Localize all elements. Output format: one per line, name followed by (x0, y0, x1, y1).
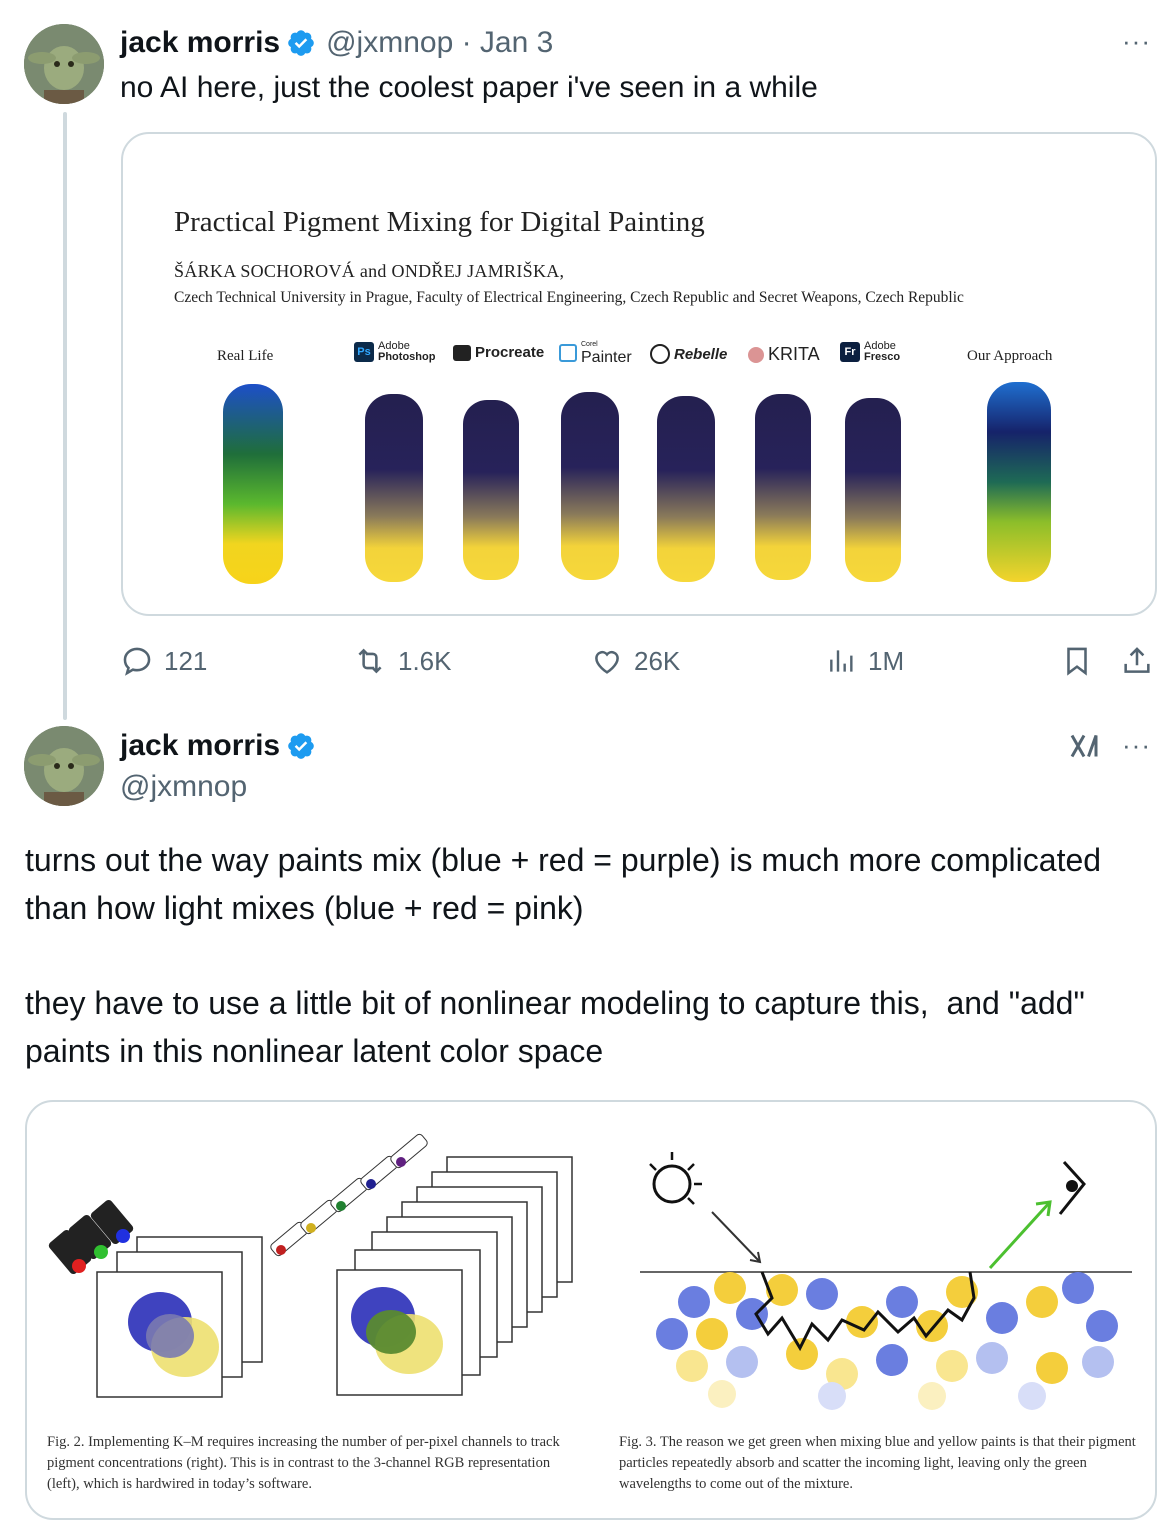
label-our-approach: Our Approach (967, 348, 1053, 364)
label-procreate: Procreate (453, 344, 544, 361)
bookmark-button[interactable] (1060, 644, 1094, 683)
tweet-text: no AI here, just the coolest paper i've … (120, 71, 818, 104)
stroke-krita (755, 394, 811, 580)
like-count: 26K (634, 645, 681, 676)
label-real-life: Real Life (217, 348, 274, 364)
label-krita: KRITA (748, 344, 820, 365)
photoshop-logo-icon: Ps (354, 342, 374, 362)
paint-strokes (223, 382, 1051, 584)
rebelle-logo-icon (650, 344, 670, 364)
avatar[interactable] (24, 24, 104, 104)
fresco-logo-icon: Fr (840, 342, 860, 362)
bookmark-icon (1067, 647, 1087, 676)
stroke-procreate (463, 400, 519, 580)
grok-icon[interactable] (1066, 728, 1102, 769)
stroke-painter (561, 392, 619, 580)
painter-logo-icon (559, 344, 577, 362)
repost-count: 1.6K (398, 645, 452, 676)
verified-badge-icon (286, 731, 316, 761)
fig3-caption: Fig. 3. The reason we get green when mix… (619, 1434, 1136, 1492)
figure-image-card[interactable]: Fig. 2. Implementing K–M requires increa… (25, 1100, 1157, 1520)
procreate-logo-icon (453, 344, 471, 361)
paper-title: Practical Pigment Mixing for Digital Pai… (174, 206, 705, 238)
thread-line (63, 112, 67, 720)
heart-icon (595, 650, 619, 674)
tweet-text-paragraph-2: they have to use a little bit of nonline… (25, 985, 1094, 1069)
paper-image-card[interactable]: Practical Pigment Mixing for Digital Pai… (121, 132, 1157, 616)
author-name[interactable]: jack morris (120, 26, 280, 60)
repost-icon (358, 648, 382, 674)
fig3-illustration (640, 1152, 1132, 1410)
more-icon[interactable]: ··· (1122, 26, 1151, 57)
views-count: 1M (868, 645, 905, 676)
views-icon (830, 650, 853, 672)
label-painter: Corel Painter (559, 340, 632, 366)
paper-authors: ŠÁRKA SOCHOROVÁ and ONDŘEJ JAMRIŠKA, (174, 261, 565, 281)
stroke-photoshop (365, 394, 423, 582)
fig2-caption: Fig. 2. Implementing K–M requires increa… (47, 1434, 560, 1492)
tweet1-header: jack morris @jxmnop · Jan 3 (120, 26, 553, 60)
avatar[interactable] (24, 726, 104, 806)
label-photoshop: Ps Adobe Photoshop (354, 341, 435, 363)
like-button[interactable]: 26K (590, 644, 680, 678)
views-button[interactable]: 1M (826, 644, 904, 678)
fig2-illustration (48, 1133, 573, 1398)
paper-affiliation: Czech Technical University in Prague, Fa… (174, 289, 964, 306)
stroke-our-approach (987, 382, 1051, 582)
tweet-text-paragraph-1: turns out the way paints mix (blue + red… (25, 842, 1110, 926)
krita-logo-icon (748, 346, 764, 363)
more-icon[interactable]: ··· (1122, 730, 1151, 761)
verified-badge-icon (286, 28, 316, 58)
share-button[interactable] (1120, 644, 1154, 683)
stroke-rebelle (657, 396, 715, 582)
handle-and-date[interactable]: @jxmnop · Jan 3 (326, 26, 553, 60)
author-name[interactable]: jack morris (120, 729, 280, 763)
reply-button[interactable]: 121 (120, 644, 207, 678)
handle[interactable]: @jxmnop (120, 770, 247, 804)
share-icon (1124, 647, 1150, 673)
sun-icon (652, 1164, 692, 1204)
reply-icon (123, 647, 151, 676)
label-rebelle: Rebelle (650, 344, 727, 364)
stroke-real-life (223, 384, 283, 584)
tweet2-header: jack morris (120, 729, 316, 763)
stroke-fresco (845, 398, 901, 582)
reply-count: 121 (164, 645, 208, 676)
label-fresco: Fr Adobe Fresco (840, 341, 900, 363)
repost-button[interactable]: 1.6K (352, 644, 452, 678)
